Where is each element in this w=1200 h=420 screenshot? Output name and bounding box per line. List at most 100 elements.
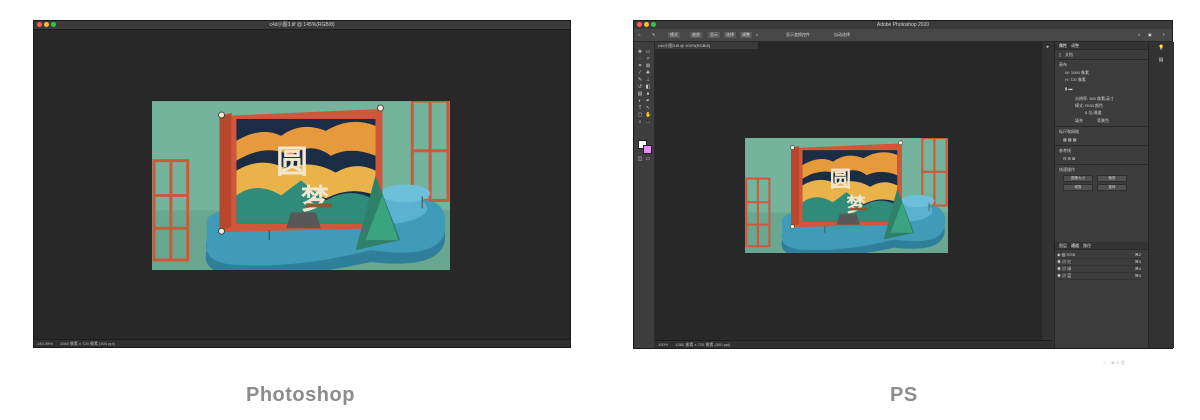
ruler-grid-icons[interactable]: ▦ ▦ ▦ (1063, 137, 1077, 142)
share-icon[interactable]: ⇪ (1162, 32, 1165, 38)
option-adjust[interactable]: 调整 (740, 32, 752, 38)
right-panels: 属性 调整 ▯ 文档 画布 W: 1080 像素 H: 720 像素 ▮ ▬ 分… (1054, 42, 1149, 365)
fill-select[interactable]: 背景色 (1097, 118, 1109, 123)
lasso-tool-icon[interactable]: ◌ (637, 57, 643, 62)
magic-wand-icon[interactable]: ✧ (645, 57, 651, 62)
left-title-bar[interactable]: c4d小图3.tif @ 145%(RGB/8) (34, 21, 570, 30)
brush-icon[interactable]: ✎ (637, 78, 643, 83)
document-info[interactable]: 1080 像素 x 720 像素 (300 ppi) (60, 341, 115, 346)
stamp-icon[interactable]: ⊥ (645, 78, 651, 83)
width-field[interactable]: W: 1080 像素 (1065, 70, 1089, 75)
tab-adjustments[interactable]: 调整 (1071, 43, 1079, 49)
trim-button[interactable]: 修剪 (1063, 184, 1093, 191)
channel-name: 蓝 (1067, 273, 1072, 278)
document-area (655, 49, 1061, 341)
screen-mode-icon[interactable]: ▭ (645, 157, 651, 162)
healing-brush-icon[interactable]: ✚ (645, 71, 651, 76)
crop-button[interactable]: 裁剪 (1097, 175, 1127, 182)
search-icon[interactable]: ⌕ (756, 32, 758, 38)
zoom-icon[interactable]: ⌕ (637, 120, 643, 125)
divider (1055, 59, 1149, 60)
caption-left: Photoshop (246, 384, 355, 406)
option-show[interactable]: 显示 (708, 32, 720, 38)
home-icon[interactable]: ⌂ (638, 32, 640, 38)
document-tab[interactable]: c4d小图3.tif @ 100%(RGB/8) (655, 42, 758, 49)
workspace-icon[interactable]: ▣ (1148, 32, 1152, 38)
tab-paths[interactable]: 路径 (1083, 243, 1091, 249)
channel-shortcut: ⌘3 (1134, 259, 1141, 264)
status-bar: 145.49% 1080 像素 x 720 像素 (300 ppi) (34, 339, 570, 347)
option-auto-select[interactable]: 自动选择 (834, 32, 850, 38)
option-mode[interactable]: 模式 (668, 32, 680, 38)
channel-row-rgb[interactable]: ◉ ▧ RGB ⌘2 (1057, 252, 1141, 259)
options-bar: ⌂ ✎ 模式 缩放 显示 选择 调整 ⌕ 显示变换控件 自动选择 ⌕ ▣ ⇪ (634, 29, 1172, 42)
libraries-icon[interactable]: ▤ (1158, 58, 1164, 63)
zoom-level[interactable]: 145.49% (37, 341, 53, 346)
shape-icon[interactable]: ▢ (637, 113, 643, 118)
app-title: Adobe Photoshop 2020 (876, 22, 930, 28)
path-select-icon[interactable]: ↖ (645, 106, 651, 111)
document-canvas-image[interactable] (744, 138, 949, 253)
type-icon[interactable]: T (637, 106, 643, 111)
eraser-icon[interactable]: ◧ (645, 85, 651, 90)
gradient-icon[interactable]: ▤ (637, 92, 643, 97)
properties-tabs: 属性 调整 (1055, 42, 1149, 50)
canvas-section-title[interactable]: 画布 (1059, 62, 1067, 67)
channel-name: 绿 (1067, 266, 1072, 271)
tab-properties[interactable]: 属性 (1059, 43, 1067, 49)
zoom-level[interactable]: 100% (658, 342, 668, 347)
eyedropper-icon[interactable]: ⁄ (637, 71, 643, 76)
rotate-button[interactable]: 旋转 (1097, 184, 1127, 191)
caption-right: PS (890, 384, 918, 406)
right-photoshop-window: Adobe Photoshop 2020 ⌂ ✎ 模式 缩放 显示 选择 调整 … (633, 20, 1174, 365)
orientation-icons[interactable]: ▮ ▬ (1065, 86, 1072, 91)
fill-label: 填充 (1075, 118, 1083, 123)
move-tool-icon[interactable]: ✥ (637, 50, 643, 55)
resolution-field[interactable]: 分辨率: 300 像素/英寸 (1075, 96, 1114, 101)
channel-name: 红 (1067, 259, 1072, 264)
rulers-grid-section-title[interactable]: 标尺和网格 (1059, 129, 1079, 134)
depth-field[interactable]: 8 位/通道 (1085, 110, 1101, 115)
divider (1055, 126, 1149, 127)
image-size-button[interactable]: 图像大小 (1063, 175, 1093, 182)
panel-collapsed-strip: ▸ (1041, 42, 1054, 348)
channel-row-green[interactable]: ◉ ▧ 绿 ⌘4 (1057, 266, 1141, 273)
channel-row-red[interactable]: ◉ ▧ 红 ⌘3 (1057, 259, 1141, 266)
hand-icon[interactable]: ✋ (645, 113, 651, 118)
channel-shortcut: ⌘4 (1134, 266, 1141, 271)
channel-row-blue[interactable]: ◉ ▧ 蓝 ⌘5 (1057, 273, 1141, 280)
quick-actions-section-title[interactable]: 快速操作 (1059, 167, 1075, 172)
history-brush-icon[interactable]: ↺ (637, 85, 643, 90)
channel-shortcut: ⌘5 (1134, 273, 1141, 278)
brush-tool-icon[interactable]: ✎ (652, 32, 655, 38)
tools-panel: ✥ ▭ ◌ ✧ ⌗ ⊠ ⁄ ✚ ✎ ⊥ ↺ ◧ ▤ ● ◐ ✒ T ↖ ▢ ✋ … (634, 42, 655, 348)
channel-shortcut: ⌘2 (1134, 252, 1141, 257)
right-icon-strip: 💡 ▤ (1148, 42, 1174, 348)
panel-options-icon[interactable]: ▸ (1045, 45, 1051, 50)
layers-footer-icons[interactable]: ⊙ ◌ ▣ ⊞ 🗑 (1103, 360, 1125, 365)
mode-field[interactable]: 模式: RGB 颜色 (1075, 103, 1103, 108)
frame-tool-icon[interactable]: ⊠ (645, 64, 651, 69)
learn-icon[interactable]: 💡 (1158, 46, 1164, 51)
marquee-tool-icon[interactable]: ▭ (645, 50, 651, 55)
blur-icon[interactable]: ● (645, 92, 651, 97)
more-tools-icon[interactable]: … (645, 120, 651, 125)
left-photoshop-window: c4d小图3.tif @ 145%(RGB/8) 145.49% 1080 像素… (33, 20, 571, 348)
background-color-swatch[interactable] (643, 145, 652, 154)
quick-mask-icon[interactable]: ◫ (637, 157, 643, 162)
guides-icons[interactable]: ⊟ ⊞ ⊠ (1063, 156, 1075, 161)
pen-icon[interactable]: ✒ (645, 99, 651, 104)
height-field[interactable]: H: 720 像素 (1065, 77, 1086, 82)
tab-layers[interactable]: 图层 (1059, 243, 1067, 249)
tab-channels[interactable]: 通道 (1071, 243, 1079, 249)
option-select[interactable]: 选择 (724, 32, 736, 38)
dodge-icon[interactable]: ◐ (637, 99, 643, 104)
document-canvas-image[interactable] (152, 101, 450, 270)
guides-section-title[interactable]: 参考线 (1059, 148, 1071, 153)
option-transform-controls[interactable]: 显示变换控件 (786, 32, 810, 38)
channel-name: RGB (1066, 252, 1076, 257)
crop-tool-icon[interactable]: ⌗ (637, 64, 643, 69)
document-info[interactable]: 1080 像素 x 720 像素 (300 ppi) (675, 342, 730, 347)
search-icon-right[interactable]: ⌕ (1138, 32, 1140, 38)
option-zoom[interactable]: 缩放 (690, 32, 702, 38)
